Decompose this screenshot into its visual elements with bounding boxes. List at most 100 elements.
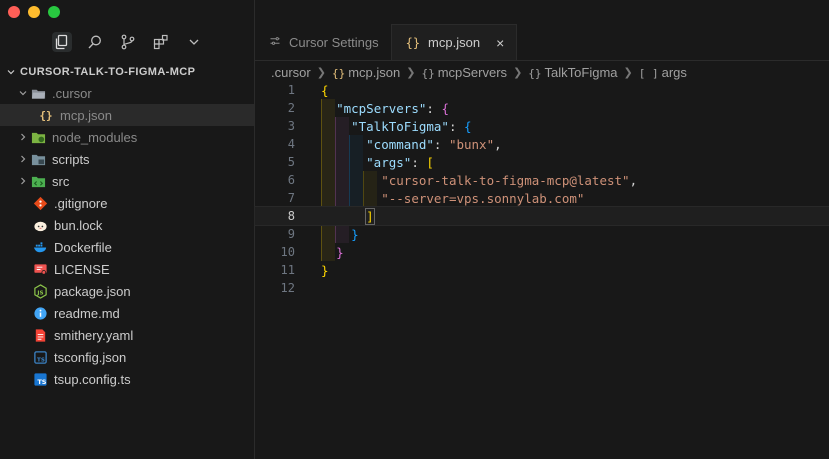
license-icon [32, 261, 48, 277]
tab-cursor-settings[interactable]: Cursor Settings [255, 24, 392, 60]
maximize-window-button[interactable] [48, 6, 60, 18]
code-text: "mcpServers": { [336, 100, 449, 116]
line-number: 3 [287, 119, 295, 133]
code-editor[interactable]: 1{ 2 "mcpServers": { 3 "TalkToFigma": { … [254, 81, 829, 297]
breadcrumb-item[interactable]: {} mcpServers [421, 65, 507, 80]
code-text: "command": "bunx", [366, 136, 502, 152]
chevron-right-icon: ❯ [406, 66, 416, 79]
tree-folder-src[interactable]: src [0, 170, 254, 192]
sidebar: CURSOR-TALK-TO-FIGMA-MCP .cursor {} mcp.… [0, 0, 255, 459]
chevron-right-icon [21, 177, 26, 185]
tree-item-label: node_modules [52, 129, 138, 145]
folder-open-icon [30, 85, 46, 101]
minimize-window-button[interactable] [28, 6, 40, 18]
code-line: 12 [255, 279, 829, 297]
svg-text:TS: TS [37, 378, 46, 386]
code-line: 9 } [255, 225, 829, 243]
breadcrumb-item[interactable]: [ ] args [639, 65, 687, 80]
tree-file-tsup-config[interactable]: TS tsup.config.ts [0, 368, 254, 390]
tree-item-label: readme.md [54, 305, 120, 321]
tab-label: Cursor Settings [289, 34, 379, 50]
chevron-right-icon: ❯ [316, 66, 326, 79]
object-icon: {} [421, 66, 435, 80]
tree-file-bun-lock[interactable]: bun.lock [0, 214, 254, 236]
tree-folder-cursor[interactable]: .cursor [0, 82, 254, 104]
tree-file-license[interactable]: LICENSE [0, 258, 254, 280]
search-button[interactable] [85, 32, 105, 52]
code-text: } [336, 244, 344, 260]
tree-item-label: .cursor [52, 85, 92, 101]
project-title[interactable]: CURSOR-TALK-TO-FIGMA-MCP [6, 66, 195, 78]
close-window-button[interactable] [8, 6, 20, 18]
tree-file-mcp-json[interactable]: {} mcp.json [0, 104, 254, 126]
tree-file-dockerfile[interactable]: Dockerfile [0, 236, 254, 258]
breadcrumb-item[interactable]: .cursor [271, 65, 311, 80]
explorer-button[interactable] [52, 32, 72, 52]
close-tab-button[interactable]: × [496, 35, 504, 51]
breadcrumb-label: TalkToFigma [544, 64, 618, 80]
code-line: 1{ [255, 81, 829, 99]
nodejs-icon: JS [32, 283, 48, 299]
chevron-down-icon [7, 70, 15, 75]
info-icon [32, 305, 48, 321]
docker-icon [32, 239, 48, 255]
scripts-folder-icon [30, 151, 46, 167]
tree-item-label: tsup.config.ts [54, 371, 131, 387]
typescript-icon: TS [32, 371, 48, 387]
app-window: CURSOR-TALK-TO-FIGMA-MCP .cursor {} mcp.… [0, 0, 829, 459]
code-line: 4 "command": "bunx", [255, 135, 829, 153]
tree-item-label: .gitignore [54, 195, 108, 211]
line-number: 2 [287, 101, 295, 115]
bun-icon [32, 217, 48, 233]
search-icon [88, 35, 101, 49]
tree-item-label: package.json [54, 283, 131, 299]
svg-text:JS: JS [36, 290, 43, 296]
tree-file-tsconfig[interactable]: TS tsconfig.json [0, 346, 254, 368]
breadcrumb-item[interactable]: {} mcp.json [332, 65, 400, 80]
tsconfig-icon: TS [32, 349, 48, 365]
line-number: 8 [287, 209, 295, 223]
tree-file-package-json[interactable]: JS package.json [0, 280, 254, 302]
array-icon: [ ] [638, 66, 659, 80]
settings-icon [269, 35, 281, 50]
line-number: 1 [287, 83, 295, 97]
source-control-icon [121, 34, 135, 50]
svg-text:TS: TS [37, 357, 45, 363]
tree-folder-node-modules[interactable]: node_modules [0, 126, 254, 148]
line-number: 10 [280, 245, 295, 259]
src-folder-icon [30, 173, 46, 189]
tab-mcp-json[interactable]: {} mcp.json × [391, 24, 518, 60]
source-control-button[interactable] [118, 32, 138, 52]
tree-folder-scripts[interactable]: scripts [0, 148, 254, 170]
tab-bar: Cursor Settings {} mcp.json × [255, 24, 829, 61]
code-text: } [321, 262, 329, 278]
tree-file-readme[interactable]: readme.md [0, 302, 254, 324]
tree-file-gitignore[interactable]: .gitignore [0, 192, 254, 214]
tree-item-label: scripts [52, 151, 90, 167]
more-views-button[interactable] [184, 32, 204, 52]
tree-file-smithery-yaml[interactable]: smithery.yaml [0, 324, 254, 346]
tree-item-label: src [52, 173, 70, 189]
line-number: 5 [287, 155, 295, 169]
code-text: } [351, 226, 359, 242]
chevron-right-icon [21, 133, 26, 141]
code-line-current: 8 ] [254, 206, 829, 226]
code-text: ] [365, 207, 375, 225]
tree-item-label: mcp.json [60, 107, 113, 123]
tree-item-label: tsconfig.json [54, 349, 127, 365]
extensions-button[interactable] [151, 32, 171, 52]
json-file-icon: {} [405, 35, 421, 50]
code-text: "--server=vps.sonnylab.com" [381, 190, 585, 206]
json-file-icon: {} [331, 66, 346, 80]
node-folder-icon [30, 129, 46, 145]
line-number: 4 [287, 137, 295, 151]
chevron-right-icon: ❯ [513, 66, 523, 79]
activity-bar [52, 32, 204, 52]
code-line: 6 "cursor-talk-to-figma-mcp@latest", [255, 171, 829, 189]
breadcrumb-item[interactable]: {} TalkToFigma [528, 65, 617, 80]
files-icon [55, 34, 68, 50]
chevron-down-icon [19, 91, 27, 96]
breadcrumb-label: args [661, 64, 687, 80]
code-line: 11} [255, 261, 829, 279]
tree-item-label: Dockerfile [54, 239, 112, 255]
